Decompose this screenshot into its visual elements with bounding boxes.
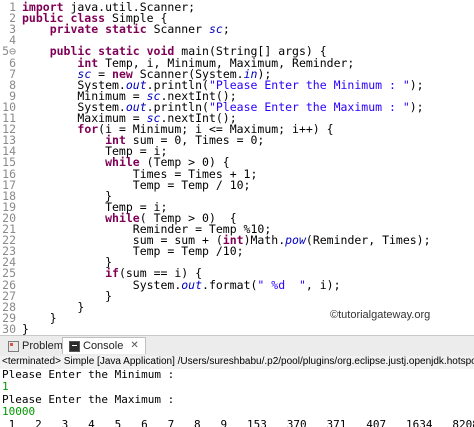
token: , i); bbox=[305, 277, 341, 292]
input-minimum: 1 bbox=[2, 380, 9, 393]
line-number: 30 bbox=[2, 321, 16, 335]
view-tab-bar: Problems Console ✕ bbox=[0, 335, 474, 357]
code-editor[interactable]: 1 import java.util.Scanner; 2 public class … bbox=[0, 0, 474, 335]
prompt-maximum: Please Enter the Maximum : bbox=[2, 392, 175, 406]
prompt-minimum: Please Enter the Minimum : bbox=[2, 367, 175, 381]
token: (Reminder, Times); bbox=[305, 233, 431, 248]
terminated-status: <terminated> Simple [Java Application] /… bbox=[0, 356, 474, 369]
code-text: private static Scanner sc; bbox=[22, 22, 230, 36]
token: } bbox=[22, 321, 29, 335]
token: .format( bbox=[202, 277, 258, 292]
tab-console-label: Console bbox=[83, 340, 124, 352]
token-field: pow bbox=[285, 233, 306, 248]
token-str: "Please Enter the Maximum : " bbox=[208, 99, 410, 114]
code-line[interactable]: 3 private static Scanner sc; bbox=[0, 23, 230, 35]
armstrong-results: 1 2 3 4 5 6 7 8 9 153 370 371 407 1634 8… bbox=[2, 417, 474, 427]
token: Scanner bbox=[153, 22, 209, 37]
token: ); bbox=[409, 99, 424, 114]
console-output[interactable]: <terminated> Simple [Java Application] /… bbox=[0, 356, 474, 427]
code-text: } bbox=[22, 322, 29, 335]
token: ; bbox=[222, 22, 230, 37]
console-icon bbox=[69, 340, 80, 352]
input-maximum: 10000 bbox=[2, 405, 36, 418]
problems-icon bbox=[8, 340, 19, 352]
watermark: ©tutorialgateway.org bbox=[330, 309, 430, 321]
token: )Math. bbox=[243, 233, 286, 248]
token: ); bbox=[409, 77, 424, 92]
code-line[interactable]: 30} bbox=[0, 323, 29, 335]
close-icon[interactable]: ✕ bbox=[130, 338, 138, 354]
token-str: " %d " bbox=[257, 277, 306, 292]
token-field: sc bbox=[208, 22, 223, 37]
token-str: "Please Enter the Minimum : " bbox=[208, 77, 410, 92]
tab-console[interactable]: Console ✕ bbox=[62, 337, 146, 354]
token-field: out bbox=[181, 277, 203, 292]
watermark-text: ©tutorialgateway.org bbox=[330, 309, 431, 321]
token-kw: private static bbox=[49, 22, 154, 37]
